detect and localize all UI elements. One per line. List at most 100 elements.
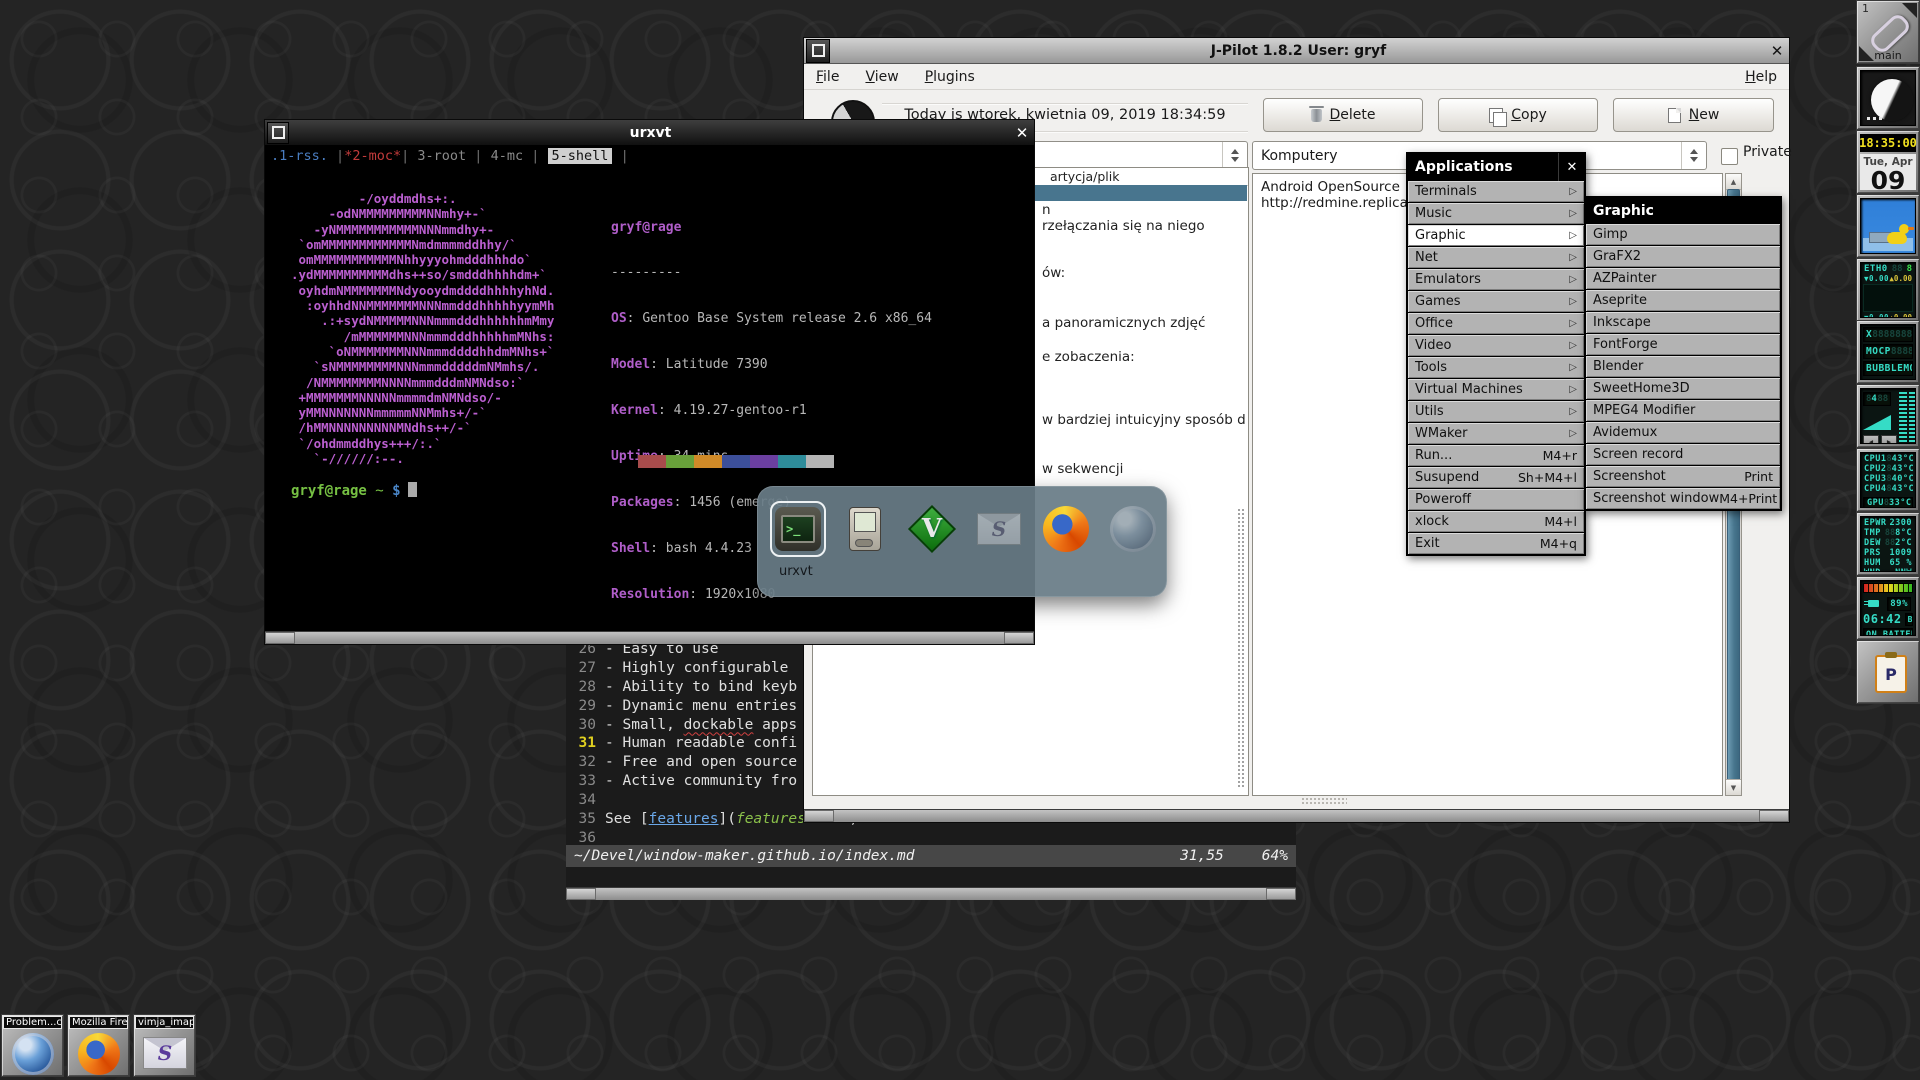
shell-prompt[interactable]: gryf@rage ~ $ bbox=[291, 482, 417, 499]
jpilot-resizebar[interactable] bbox=[804, 809, 1789, 822]
menu-item-fontforge[interactable]: FontForge bbox=[1585, 334, 1781, 356]
close-icon[interactable]: ✕ bbox=[1558, 153, 1585, 181]
switcher-item-gvim[interactable]: V bbox=[904, 501, 960, 557]
appicon-jpilot[interactable]: P bbox=[1856, 640, 1920, 704]
vim-resizebar[interactable] bbox=[566, 887, 1296, 900]
menu-item-tools[interactable]: Tools▷ bbox=[1407, 357, 1585, 379]
menu-item-graphic[interactable]: Graphic▷ bbox=[1407, 225, 1585, 247]
list-item[interactable]: e zobaczenia: bbox=[1042, 349, 1135, 365]
menu-help[interactable]: Help bbox=[1745, 69, 1777, 85]
tab-2-moc[interactable]: *2-moc* bbox=[344, 148, 401, 164]
dockapp-weather[interactable]: EPWR2300 TMP888°C DEW882°C PRS1009 HUM65… bbox=[1856, 512, 1920, 576]
shortcut-label: M4+q bbox=[1540, 536, 1577, 551]
scroll-up-icon[interactable]: ▲ bbox=[1726, 174, 1741, 190]
switcher-item-jpilot[interactable] bbox=[837, 501, 893, 557]
resize-grip[interactable] bbox=[1301, 797, 1347, 805]
list-scrollbar[interactable] bbox=[1237, 508, 1245, 789]
tab-3-root[interactable]: 3-root bbox=[417, 148, 466, 164]
terminal-titlebar[interactable]: urxvt ✕ bbox=[265, 120, 1034, 145]
menu-item-wmaker[interactable]: WMaker▷ bbox=[1407, 423, 1585, 445]
list-item[interactable]: n bbox=[1042, 202, 1051, 218]
menu-item-music[interactable]: Music▷ bbox=[1407, 203, 1585, 225]
menu-item-exit[interactable]: ExitM4+q bbox=[1407, 533, 1585, 555]
dockapp-battery[interactable]: 89% 06:42 B8 ON BATTERY bbox=[1856, 576, 1920, 640]
spinner-icon[interactable] bbox=[1222, 142, 1247, 169]
workspace-clip[interactable]: 1 main bbox=[1856, 0, 1920, 64]
menu-item-virtual-machines[interactable]: Virtual Machines▷ bbox=[1407, 379, 1585, 401]
menu-file[interactable]: File bbox=[816, 69, 839, 85]
new-button[interactable]: New bbox=[1613, 98, 1774, 132]
menu-item-avidemux[interactable]: Avidemux bbox=[1585, 422, 1781, 444]
menu-view[interactable]: View bbox=[865, 69, 898, 85]
miniwindow-mail[interactable]: vimja_imap... S bbox=[133, 1014, 196, 1077]
menu-item-run[interactable]: Run...M4+r bbox=[1407, 445, 1585, 467]
tab-1-rss[interactable]: .1-rss. bbox=[271, 148, 328, 164]
dockapp-mixer[interactable]: 8488 ◀ ▶ bbox=[1856, 384, 1920, 448]
workspace-name: main bbox=[1857, 49, 1919, 62]
graphic-submenu-titlebar[interactable]: Graphic bbox=[1585, 197, 1781, 224]
volume-ramp-icon[interactable] bbox=[1863, 415, 1891, 430]
submenu-arrow-icon: ▷ bbox=[1569, 362, 1577, 373]
menu-item-emulators[interactable]: Emulators▷ bbox=[1407, 269, 1585, 291]
switcher-item-firefox[interactable] bbox=[1038, 501, 1094, 557]
close-icon[interactable]: ✕ bbox=[1010, 124, 1034, 142]
list-item[interactable]: ów: bbox=[1042, 265, 1065, 281]
mixer-next-button[interactable]: ▶ bbox=[1881, 435, 1897, 444]
mixer-prev-button[interactable]: ◀ bbox=[1863, 435, 1879, 444]
private-checkbox[interactable] bbox=[1721, 148, 1738, 165]
miniaturize-button[interactable] bbox=[267, 122, 289, 144]
menu-item-blender[interactable]: Blender bbox=[1585, 356, 1781, 378]
text-cursor bbox=[408, 482, 417, 497]
menu-item-utils[interactable]: Utils▷ bbox=[1407, 401, 1585, 423]
menu-item-terminals[interactable]: Terminals▷ bbox=[1407, 181, 1585, 203]
spinner-icon[interactable] bbox=[1681, 142, 1706, 169]
menu-item-screen-record[interactable]: Screen record bbox=[1585, 444, 1781, 466]
dockapp-cpu-temps[interactable]: CPU1843°C CPU2843°C CPU3840°C CPU4843°C … bbox=[1856, 448, 1920, 512]
scroll-down-icon[interactable]: ▼ bbox=[1726, 779, 1741, 795]
clip-next-arrow-icon[interactable] bbox=[1902, 3, 1917, 18]
menu-item-mpeg4-modifier[interactable]: MPEG4 Modifier bbox=[1585, 400, 1781, 422]
menu-item-gimp[interactable]: Gimp bbox=[1585, 224, 1781, 246]
menu-item-xlock[interactable]: xlockM4+l bbox=[1407, 511, 1585, 533]
menu-item-poweroff[interactable]: Poweroff bbox=[1407, 489, 1585, 511]
tab-4-mc[interactable]: 4-mc bbox=[491, 148, 524, 164]
menu-item-inkscape[interactable]: Inkscape bbox=[1585, 312, 1781, 334]
net-up-rate: ▲0.00 bbox=[1889, 274, 1912, 283]
menu-item-screenshot-window[interactable]: Screenshot windowM4+Print bbox=[1585, 488, 1781, 510]
list-item[interactable]: rzełączania się na niego bbox=[1042, 218, 1205, 234]
dockapp-network-monitor[interactable]: ETH0888 ▼0.00▲0.00 ▼0.00▲0.00 bbox=[1856, 258, 1920, 322]
tab-5-shell-active[interactable]: 5-shell bbox=[548, 148, 613, 164]
dockapp-bubblemon[interactable] bbox=[1856, 194, 1920, 258]
menu-item-suspend[interactable]: SusupendSh+M4+l bbox=[1407, 467, 1585, 489]
switcher-item-mail[interactable]: S bbox=[971, 501, 1027, 557]
jpilot-titlebar[interactable]: J-Pilot 1.8.2 User: gryf ✕ bbox=[804, 38, 1789, 64]
close-icon[interactable]: ✕ bbox=[1765, 42, 1789, 60]
list-item[interactable]: w bardziej intuicyjny sposób d bbox=[1042, 412, 1246, 428]
terminal-resizebar[interactable] bbox=[265, 631, 1034, 644]
misspelled-word: dockable bbox=[684, 717, 754, 733]
switcher-selected-label: urxvt bbox=[779, 564, 813, 579]
menu-item-net[interactable]: Net▷ bbox=[1407, 247, 1585, 269]
menu-item-aseprite[interactable]: Aseprite bbox=[1585, 290, 1781, 312]
menu-item-office[interactable]: Office▷ bbox=[1407, 313, 1585, 335]
copy-button[interactable]: Copy bbox=[1438, 98, 1598, 132]
switcher-item-browser[interactable] bbox=[1105, 501, 1161, 557]
dockapp-moc-display[interactable]: X88888888 MOCP88888 BUBBLEMON bbox=[1856, 320, 1920, 384]
menu-item-sweethome3d[interactable]: SweetHome3D bbox=[1585, 378, 1781, 400]
delete-button[interactable]: Delete bbox=[1263, 98, 1423, 132]
applications-menu-titlebar[interactable]: Applications ✕ bbox=[1407, 153, 1585, 181]
dockapp-clock[interactable]: 18:35:00 Tue, Apr 09 bbox=[1856, 130, 1920, 194]
list-item[interactable]: w sekwencji bbox=[1042, 461, 1123, 477]
miniaturize-button[interactable] bbox=[806, 39, 830, 63]
menu-item-azpainter[interactable]: AZPainter bbox=[1585, 268, 1781, 290]
menu-plugins[interactable]: Plugins bbox=[925, 69, 975, 85]
dockapp-wmaker[interactable] bbox=[1856, 66, 1920, 130]
menu-item-games[interactable]: Games▷ bbox=[1407, 291, 1585, 313]
list-item[interactable]: a panoramicznych zdjęć bbox=[1042, 315, 1205, 331]
miniwindow-browser-problem[interactable]: Problem...ctyl bbox=[1, 1014, 64, 1077]
menu-item-grafx2[interactable]: GraFX2 bbox=[1585, 246, 1781, 268]
menu-item-screenshot[interactable]: ScreenshotPrint bbox=[1585, 466, 1781, 488]
menu-item-video[interactable]: Video▷ bbox=[1407, 335, 1585, 357]
miniwindow-firefox[interactable]: Mozilla Firefox bbox=[67, 1014, 130, 1077]
switcher-item-urxvt[interactable]: >_ bbox=[770, 501, 826, 557]
